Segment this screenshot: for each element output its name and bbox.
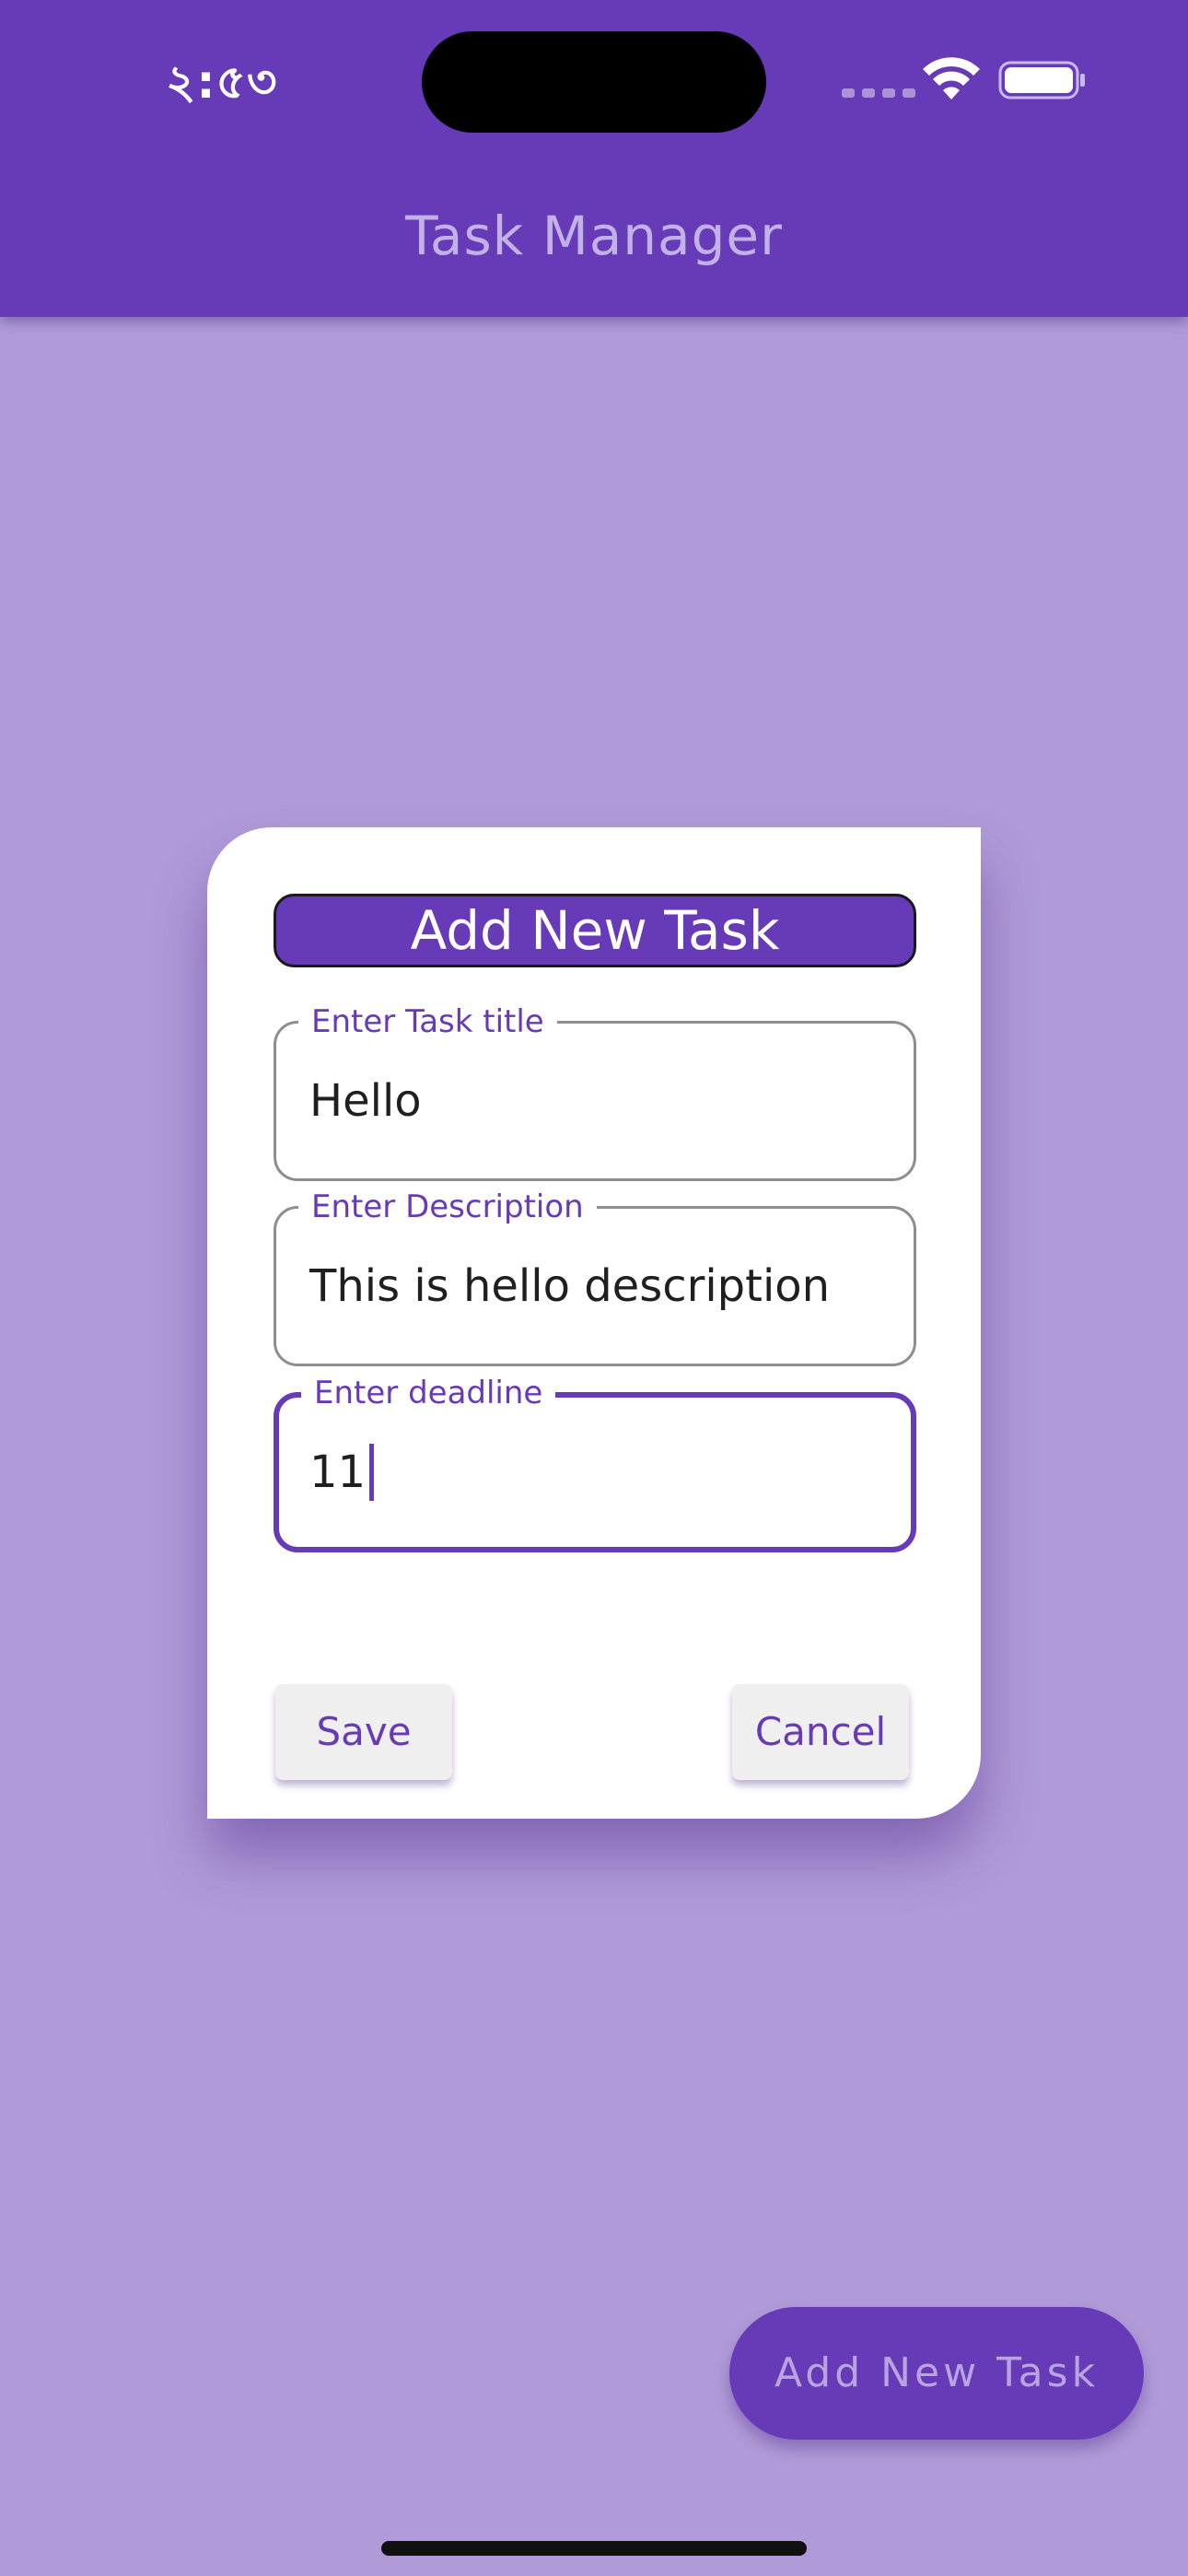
deadline-field[interactable]: Enter deadline 11 [274,1375,916,1552]
status-time: ২:৫৩ [166,55,278,109]
home-indicator[interactable] [381,2541,807,2556]
add-task-dialog: Add New Task Enter Task title Hello Ente… [207,827,981,1819]
battery-icon [998,61,1085,100]
add-new-task-fab[interactable]: Add New Task [729,2307,1144,2440]
dialog-title: Add New Task [274,894,916,967]
task-title-field[interactable]: Enter Task title Hello [274,1003,916,1181]
app-title: Task Manager [405,205,783,267]
cancel-button[interactable]: Cancel [732,1684,909,1780]
deadline-value-wrap: 11 [309,1441,375,1504]
deadline-value: 11 [309,1446,367,1498]
description-label: Enter Description [298,1188,597,1225]
deadline-label: Enter deadline [301,1375,556,1411]
task-title-value: Hello [309,1075,422,1127]
text-caret [369,1444,375,1501]
description-field[interactable]: Enter Description This is hello descript… [274,1188,916,1366]
description-value: This is hello description [309,1260,831,1312]
app-bar: ২:৫৩ Task Manager [0,0,1188,317]
wifi-icon [923,57,980,100]
save-button[interactable]: Save [275,1684,452,1780]
task-title-label: Enter Task title [298,1003,557,1040]
dynamic-island [422,31,766,133]
cellular-signal-icon [842,88,915,98]
